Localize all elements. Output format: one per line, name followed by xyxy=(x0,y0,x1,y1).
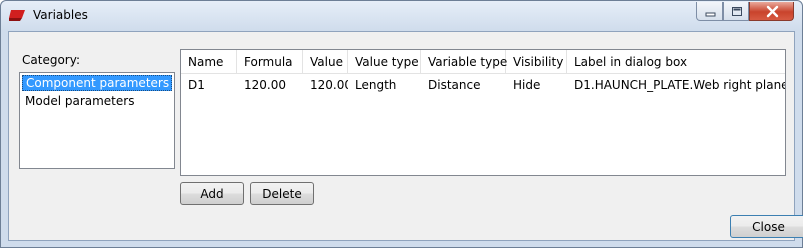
column-header-value-type[interactable]: Value type xyxy=(348,50,421,74)
delete-button[interactable]: Delete xyxy=(250,182,314,205)
title-bar[interactable]: Variables xyxy=(1,1,802,31)
dialog-client-area: Category: Component parameters Model par… xyxy=(8,31,803,241)
cell-label-in-dialog-box[interactable]: D1.HAUNCH_PLATE.Web right plane xyxy=(567,74,785,96)
table-header: Name Formula Value Value type Variable t… xyxy=(181,50,785,74)
column-header-value[interactable]: Value xyxy=(303,50,348,74)
variables-table[interactable]: Name Formula Value Value type Variable t… xyxy=(180,49,786,176)
category-item-model-parameters[interactable]: Model parameters xyxy=(22,93,172,109)
close-button[interactable]: Close xyxy=(730,215,803,238)
column-header-formula[interactable]: Formula xyxy=(237,50,303,74)
window-close-button[interactable] xyxy=(749,2,794,21)
window-title: Variables xyxy=(33,8,88,22)
cell-name[interactable]: D1 xyxy=(181,74,237,96)
add-button[interactable]: Add xyxy=(180,182,244,205)
table-row[interactable]: D1 120.00 120.00 Length Distance Hide D1… xyxy=(181,74,785,96)
variables-window: Variables Category: Component parameters… xyxy=(0,0,803,248)
category-item-component-parameters[interactable]: Component parameters xyxy=(22,75,172,91)
close-icon xyxy=(766,5,779,18)
column-header-visibility[interactable]: Visibility xyxy=(506,50,567,74)
category-label: Category: xyxy=(22,53,80,67)
cell-value[interactable]: 120.00 xyxy=(303,74,348,96)
maximize-button[interactable] xyxy=(723,2,749,21)
cell-formula[interactable]: 120.00 xyxy=(237,74,303,96)
tekla-app-icon xyxy=(9,10,25,21)
maximize-icon xyxy=(732,7,742,16)
minimize-icon xyxy=(705,12,716,17)
minimize-button[interactable] xyxy=(696,2,723,21)
column-header-name[interactable]: Name xyxy=(181,50,237,74)
cell-variable-type[interactable]: Distance xyxy=(421,74,506,96)
category-list[interactable]: Component parameters Model parameters xyxy=(19,72,175,169)
column-header-variable-type[interactable]: Variable type xyxy=(421,50,507,74)
cell-value-type[interactable]: Length xyxy=(348,74,421,96)
cell-visibility[interactable]: Hide xyxy=(506,74,567,96)
column-header-label-in-dialog-box[interactable]: Label in dialog box xyxy=(567,50,785,74)
